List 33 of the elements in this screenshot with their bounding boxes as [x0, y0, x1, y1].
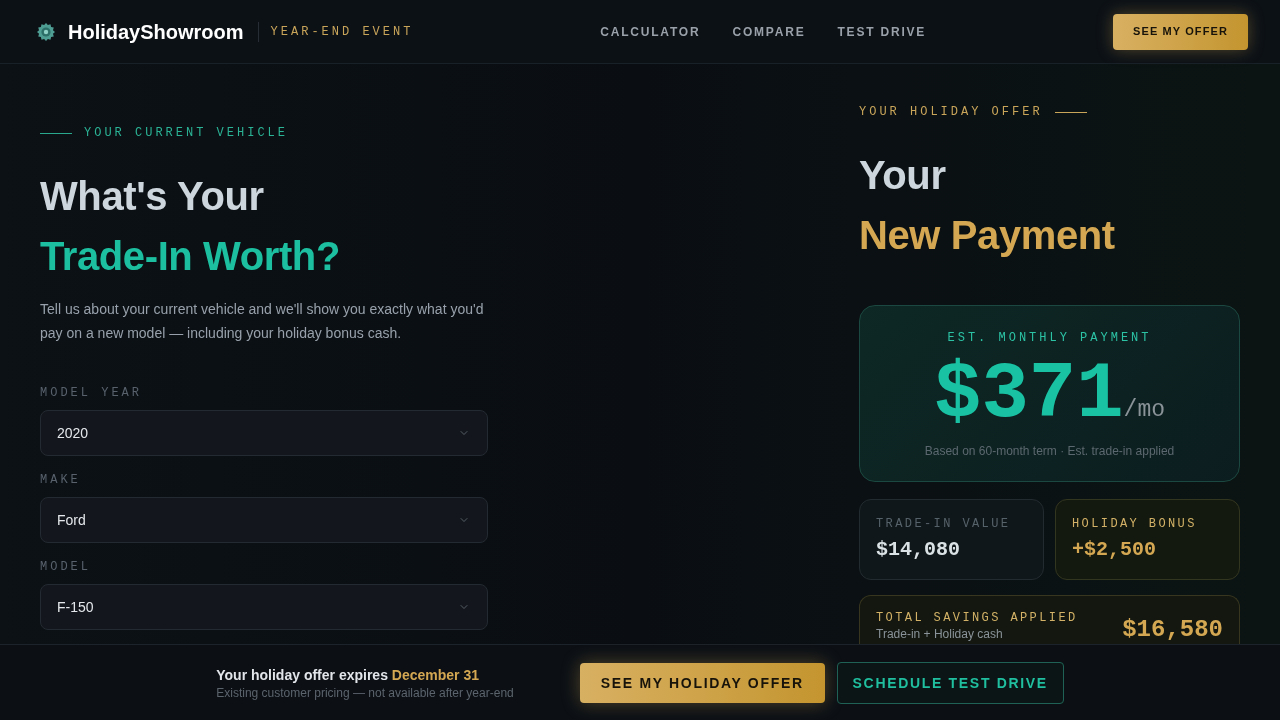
intro-text: Tell us about your current vehicle and we'll show you exactly what you'd pay on a new model — including your holiday bonus cash.: [40, 300, 485, 343]
select-field[interactable]: 2020: [40, 410, 488, 456]
page-heading: What's Your Trade-In Worth?: [40, 173, 341, 280]
stat-label: TRADE-IN VALUE: [876, 516, 1012, 532]
stat-value: $14,080: [876, 538, 961, 562]
field-label: MODEL: [40, 559, 92, 575]
event-tag: YEAR-END EVENT: [270, 23, 414, 40]
savings-note: Trade-in + Holiday cash: [876, 626, 1004, 642]
section-eyebrow: YOUR CURRENT VEHICLE: [84, 125, 289, 141]
nav-link[interactable]: TEST DRIVE: [837, 23, 927, 40]
savings-label: TOTAL SAVINGS APPLIED: [876, 610, 1078, 626]
seal-icon: [37, 22, 55, 41]
payment-unit: /mo: [1123, 396, 1166, 425]
payment-label: EST. MONTHLY PAYMENT: [947, 330, 1152, 346]
nav-link[interactable]: COMPARE: [732, 23, 806, 40]
brand-name[interactable]: HolidayShowroom: [68, 17, 244, 46]
holiday-offer-button[interactable]: SEE MY HOLIDAY OFFER: [579, 662, 825, 703]
nav-link[interactable]: CALCULATOR: [600, 23, 701, 40]
expiry-text: Your holiday offer expires December 31: [216, 665, 480, 685]
offer-button[interactable]: SEE MY OFFER: [1113, 13, 1248, 50]
payment-note: Based on 60-month term · Est. trade-in applied: [924, 443, 1175, 459]
field-label: MODEL YEAR: [40, 385, 143, 401]
stat-value: +$2,500: [1072, 538, 1157, 562]
savings-value: $16,580: [1122, 615, 1223, 644]
payment-amount: $371: [933, 355, 1124, 435]
expiry-note: Existing customer pricing — not available after year-end: [216, 684, 514, 701]
stat-label: HOLIDAY BONUS: [1072, 516, 1198, 532]
select-field[interactable]: Ford: [40, 497, 488, 543]
field-label: MAKE: [40, 472, 82, 488]
test-drive-button[interactable]: SCHEDULE TEST DRIVE: [836, 661, 1064, 704]
section-eyebrow: YOUR HOLIDAY OFFER: [859, 104, 1043, 120]
offer-heading: Your New Payment: [859, 152, 1116, 259]
select-field[interactable]: F-150: [40, 584, 488, 630]
